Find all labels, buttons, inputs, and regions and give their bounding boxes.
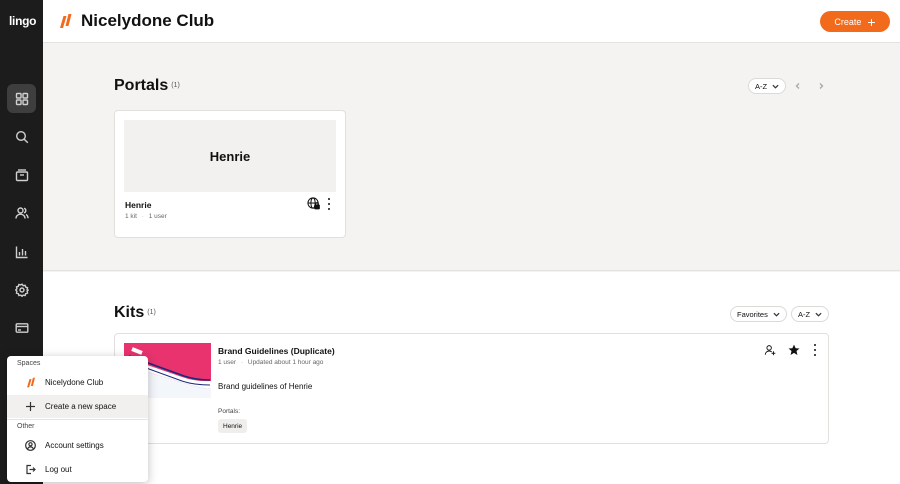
kit-portal-tag[interactable]: Henrie: [218, 419, 248, 433]
plus-icon: +: [867, 13, 876, 30]
menu-item-account-settings[interactable]: Account settings: [7, 434, 148, 457]
portal-more-button[interactable]: [326, 198, 332, 210]
portal-thumbnail: Henrie: [124, 120, 336, 192]
star-icon[interactable]: [788, 344, 800, 356]
menu-space-label: Nicelydone Club: [45, 378, 104, 387]
menu-divider: [7, 419, 148, 420]
portals-section: Portals (1) A-Z Henrie Henrie 1 kit · 1 u…: [43, 44, 900, 271]
menu-item-space[interactable]: Nicelydone Club: [7, 371, 148, 394]
menu-account-settings-label: Account settings: [45, 441, 104, 450]
kit-actions: [764, 344, 818, 356]
chevron-down-icon: [772, 84, 779, 89]
portals-sort-dropdown[interactable]: A-Z: [748, 78, 787, 94]
portals-title: Portals: [114, 77, 169, 94]
portal-kit-count: 1 kit: [125, 213, 137, 220]
rail-users-button[interactable]: [7, 198, 36, 227]
menu-spaces-heading: Spaces: [17, 360, 41, 367]
portals-prev-button[interactable]: [791, 79, 805, 93]
portal-card[interactable]: Henrie Henrie 1 kit · 1 user: [114, 110, 346, 238]
logout-icon: [26, 464, 36, 475]
portals-heading: Portals (1): [114, 77, 180, 95]
gear-icon: [14, 282, 29, 297]
rail-home-button[interactable]: [7, 84, 36, 113]
search-icon: [15, 130, 28, 143]
menu-item-create-space[interactable]: Create a new space: [7, 395, 148, 418]
plus-icon: [26, 402, 35, 411]
users-icon: [14, 206, 29, 219]
billing-card-icon: [15, 322, 29, 333]
kits-sort-dropdown[interactable]: A-Z: [791, 306, 830, 322]
kits-section: Kits (1) Favorites A-Z Brand Guidelines (…: [43, 272, 900, 484]
club-logo-icon: [27, 377, 35, 388]
kits-sort-label: A-Z: [798, 309, 811, 319]
page-title: Nicelydone Club: [81, 11, 215, 30]
kits-filter-dropdown[interactable]: Favorites: [730, 306, 787, 322]
analytics-icon: [15, 246, 27, 258]
rail-settings-button[interactable]: [7, 275, 36, 304]
menu-other-heading: Other: [17, 423, 35, 430]
chevron-left-icon: [795, 83, 800, 89]
kits-count: (1): [147, 309, 156, 317]
menu-create-space-label: Create a new space: [45, 402, 117, 411]
kit-more-button[interactable]: [812, 344, 818, 356]
menu-item-logout[interactable]: Log out: [7, 458, 148, 481]
portals-next-button[interactable]: [814, 79, 828, 93]
kit-meta: 1 user · Updated about 1 hour ago: [218, 359, 324, 366]
kit-user-count: 1 user: [218, 359, 237, 366]
grid-icon: [15, 92, 28, 105]
top-header: Nicelydone Club Create +: [43, 0, 900, 43]
portals-sort-label: A-Z: [755, 81, 768, 91]
kits-title: Kits: [114, 304, 145, 321]
portal-user-count: 1 user: [148, 213, 167, 220]
share-users-icon[interactable]: [764, 344, 776, 356]
chevron-down-icon: [773, 312, 780, 317]
kit-name: Brand Guidelines (Duplicate): [218, 346, 335, 356]
create-button-label: Create: [834, 16, 862, 27]
create-button[interactable]: Create +: [820, 11, 890, 32]
lingo-logo[interactable]: lingo: [9, 14, 36, 28]
rail-library-button[interactable]: [7, 160, 36, 189]
chevron-right-icon: [819, 83, 824, 89]
account-circle-icon: [25, 440, 36, 451]
portal-meta: 1 kit · 1 user: [125, 213, 167, 220]
kit-updated: Updated about 1 hour ago: [247, 359, 324, 366]
kit-card[interactable]: Brand Guidelines (Duplicate) 1 user · Up…: [114, 333, 829, 444]
portals-count: (1): [171, 82, 180, 90]
space-switcher-menu: Spaces Nicelydone Club Create a new spac…: [7, 356, 148, 482]
rail-analytics-button[interactable]: [7, 237, 36, 266]
chevron-down-icon: [815, 312, 822, 317]
globe-lock-icon: [307, 197, 320, 210]
club-logo-icon: [60, 14, 72, 28]
kits-heading: Kits (1): [114, 304, 156, 322]
portal-name: Henrie: [125, 200, 152, 210]
rail-search-button[interactable]: [7, 122, 36, 151]
archive-icon: [15, 168, 28, 181]
kit-description: Brand guidelines of Henrie: [218, 382, 313, 391]
rail-billing-button[interactable]: [7, 313, 36, 342]
kit-portals-label: Portals:: [218, 408, 241, 415]
kits-filter-label: Favorites: [737, 309, 768, 319]
menu-logout-label: Log out: [45, 465, 72, 474]
